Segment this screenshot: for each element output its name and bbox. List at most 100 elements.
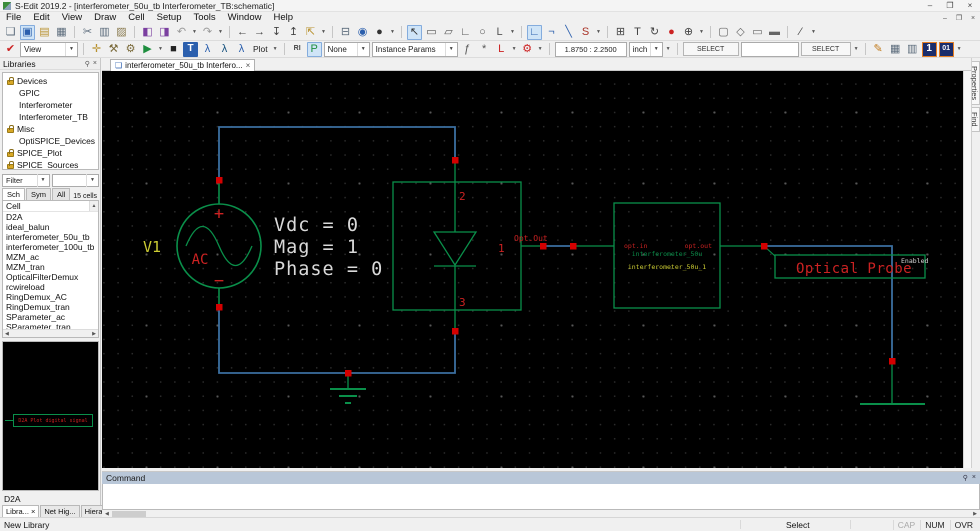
go-back-icon[interactable]: ←	[235, 25, 250, 40]
pop-out-icon[interactable]: ↥	[286, 25, 301, 40]
evaluate-icon[interactable]: ƒ	[460, 42, 475, 57]
render-icon[interactable]: ●	[372, 25, 387, 40]
cell-item[interactable]: ideal_balun	[3, 222, 98, 232]
scroll-left-icon[interactable]: ◀	[5, 331, 9, 337]
filter-selector[interactable]: Filter▼	[2, 174, 50, 187]
digital-bus-icon[interactable]: 01	[939, 42, 954, 57]
wire-tool-icon[interactable]: ∟	[527, 25, 542, 40]
view-tab-sch[interactable]: Sch	[2, 188, 25, 200]
labels-menu-icon[interactable]: ▼	[511, 42, 518, 57]
ground-termination-right[interactable]	[860, 361, 925, 404]
view-schematic-icon[interactable]: ◧	[140, 25, 155, 40]
v1-parameters[interactable]: Vdc = 0 Mag = 1 Phase = 0	[274, 215, 383, 280]
save-design-icon[interactable]: ▦	[54, 25, 69, 40]
cell-item[interactable]: OpticalFilterDemux	[3, 272, 98, 282]
canvas-vscrollbar[interactable]	[963, 71, 971, 468]
command-input-area[interactable]	[102, 484, 980, 510]
close-icon[interactable]: ×	[93, 60, 97, 68]
panel-tab-nethig[interactable]: Net Hig...	[40, 505, 79, 517]
label-tool-icon[interactable]: L	[492, 25, 507, 40]
copy-icon[interactable]: ▥	[97, 25, 112, 40]
paste-icon[interactable]: ▨	[114, 25, 129, 40]
stop-simulation-icon[interactable]: ■	[166, 42, 181, 57]
menu-draw[interactable]: Draw	[88, 12, 122, 24]
circle-tool-icon[interactable]: ○	[475, 25, 490, 40]
scroll-right-icon[interactable]: ▶	[92, 331, 96, 337]
menu-edit[interactable]: Edit	[27, 12, 55, 24]
find-field[interactable]	[741, 42, 799, 57]
side-tab-find[interactable]: Find	[972, 107, 980, 132]
redo-menu-icon[interactable]: ▼	[217, 25, 224, 40]
run-simulation-icon[interactable]: ▶	[140, 42, 155, 57]
polygon-tool-icon[interactable]: ▱	[441, 25, 456, 40]
move-tool-icon[interactable]: ✛	[89, 42, 104, 57]
settings-menu-icon[interactable]: ▼	[537, 42, 544, 57]
cell-item[interactable]: MZM_ac	[3, 252, 98, 262]
library-misc[interactable]: Misc	[3, 123, 98, 135]
close-button[interactable]: ×	[960, 0, 980, 11]
wire-menu-icon[interactable]: ▼	[595, 25, 602, 40]
ri-toggle-icon[interactable]: RI	[290, 42, 305, 57]
redo-icon[interactable]: ↷	[200, 25, 215, 40]
coordinate-display[interactable]: 1.8750 : 2.2500	[555, 42, 627, 57]
menu-setup[interactable]: Setup	[151, 12, 188, 24]
scroll-up-arrow-icon[interactable]: ▲	[89, 201, 98, 211]
rounded-box-icon[interactable]: ▢	[716, 25, 731, 40]
cell-list-hscrollbar[interactable]: ◀ ▶	[3, 329, 98, 337]
library-interferometer[interactable]: Interferometer	[3, 99, 98, 111]
net-label-optout[interactable]: Opt.Out	[514, 234, 548, 243]
wire-diagonal-icon[interactable]: ╲	[561, 25, 576, 40]
expression-icon[interactable]: *	[477, 42, 492, 57]
library-interferometer_tb[interactable]: Interferometer_TB	[3, 111, 98, 123]
library-spice_plot[interactable]: SPICE_Plot	[3, 147, 98, 159]
box-tool-icon[interactable]: ▭	[424, 25, 439, 40]
select-mode-button[interactable]: SELECT	[683, 42, 739, 56]
save-log-icon[interactable]: ▦	[888, 42, 903, 57]
menu-tools[interactable]: Tools	[187, 12, 221, 24]
unit-menu-icon[interactable]: ▼	[665, 42, 672, 57]
hexagon-shape-icon[interactable]: ◇	[733, 25, 748, 40]
annotation-menu-icon[interactable]: ▼	[698, 25, 705, 40]
wire-v1-bottom[interactable]	[219, 307, 455, 373]
port-icon[interactable]: ⊕	[681, 25, 696, 40]
probe-p-icon[interactable]: P	[307, 42, 322, 57]
tspice-icon[interactable]: T	[183, 42, 198, 57]
open-folder-icon[interactable]: ▤	[37, 25, 52, 40]
filter-text-combo[interactable]: ▼	[52, 174, 100, 187]
minimize-button[interactable]: –	[920, 0, 940, 11]
schematic-canvas[interactable]: V1 + AC − Vdc = 0 Mag = 1 Phase = 0 2 3 …	[102, 71, 963, 468]
undo-icon[interactable]: ↶	[174, 25, 189, 40]
select-tool-icon[interactable]: ↖	[407, 25, 422, 40]
unit-selector[interactable]: inch▼	[629, 42, 663, 57]
library-devices[interactable]: Devices	[3, 75, 98, 87]
probe-voltage-icon[interactable]: λ	[200, 42, 215, 57]
wrench-icon[interactable]: ⚒	[106, 42, 121, 57]
setup-tools-icon[interactable]: ⚙	[123, 42, 138, 57]
cell-item[interactable]: D2A	[3, 212, 98, 222]
menu-file[interactable]: File	[0, 12, 27, 24]
array-icon[interactable]: ⊞	[613, 25, 628, 40]
side-tab-properties[interactable]: Properties	[972, 61, 980, 105]
wire-v1-top[interactable]	[219, 127, 455, 180]
library-spice_sources[interactable]: SPICE_Sources	[3, 159, 98, 170]
view-selector[interactable]: View▼	[20, 42, 78, 57]
optical-probe[interactable]: Optical Probe Enabled	[775, 255, 928, 278]
library-gpic[interactable]: GPIC	[3, 87, 98, 99]
close-icon[interactable]: ×	[972, 474, 976, 482]
labels-toggle-icon[interactable]: L	[494, 42, 509, 57]
shapes-menu-icon[interactable]: ▼	[810, 25, 817, 40]
checkmark-icon[interactable]: ✔	[3, 42, 18, 57]
menu-cell[interactable]: Cell	[122, 12, 150, 24]
node-highlight-icon[interactable]: ●	[664, 25, 679, 40]
probe-mode-selector[interactable]: None▼	[324, 42, 370, 57]
open-design-icon[interactable]: ▣	[20, 25, 35, 40]
print-menu-icon[interactable]: ▼	[389, 25, 396, 40]
rect-shape-icon[interactable]: ▭	[750, 25, 765, 40]
run-menu-icon[interactable]: ▼	[157, 42, 164, 57]
text-icon[interactable]: T	[630, 25, 645, 40]
cell-item[interactable]: SParameter_ac	[3, 312, 98, 322]
menu-view[interactable]: View	[56, 12, 88, 24]
rotate-icon[interactable]: ↻	[647, 25, 662, 40]
plot-menu-icon[interactable]: ▼	[272, 42, 279, 57]
probe-power-icon[interactable]: λ	[234, 42, 249, 57]
